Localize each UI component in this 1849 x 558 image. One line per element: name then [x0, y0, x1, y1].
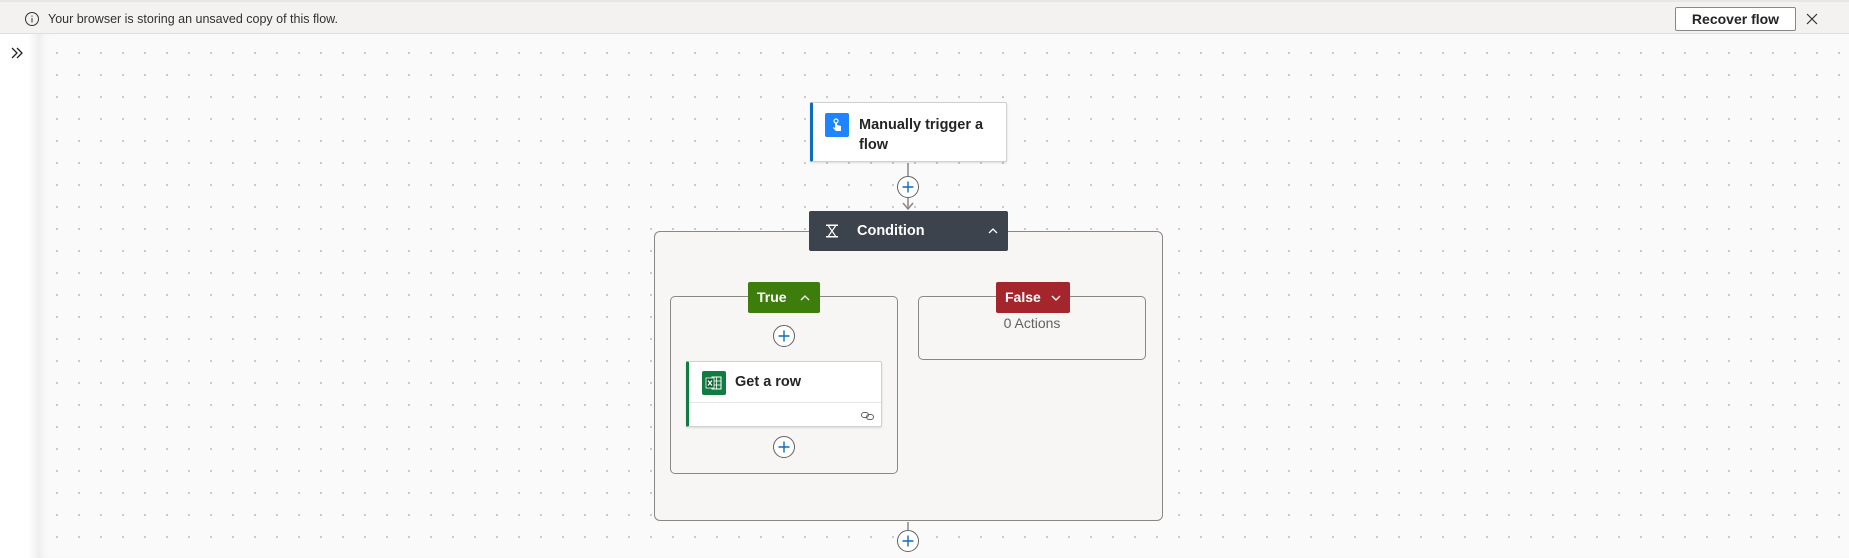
plus-icon [902, 535, 914, 547]
chevron-up-icon[interactable] [798, 291, 812, 305]
true-branch-tag[interactable]: True [748, 282, 820, 313]
manual-trigger-card[interactable]: Manually trigger a flow [810, 102, 1007, 162]
add-step-bottom-button[interactable] [897, 530, 919, 552]
get-a-row-card[interactable]: Get a row [686, 361, 882, 427]
chevron-down-icon[interactable] [1049, 291, 1063, 305]
get-a-row-title: Get a row [735, 374, 802, 390]
false-branch-tag[interactable]: False [996, 282, 1070, 313]
add-action-true-top-button[interactable] [773, 325, 795, 347]
plus-icon [778, 441, 790, 453]
add-step-button[interactable] [897, 176, 919, 198]
false-branch-label: False [1005, 289, 1041, 305]
plus-icon [902, 181, 914, 193]
add-action-true-bottom-button[interactable] [773, 436, 795, 458]
plus-icon [778, 330, 790, 342]
manual-trigger-icon [825, 113, 849, 137]
true-branch-label: True [757, 289, 787, 305]
condition-title: Condition [857, 223, 925, 239]
trigger-title: Manually trigger a flow [859, 117, 984, 153]
false-branch-summary: 0 Actions [1003, 315, 1061, 331]
card-divider [689, 402, 881, 403]
chevron-up-icon[interactable] [986, 224, 1000, 238]
excel-icon [702, 371, 726, 395]
condition-header[interactable]: Condition [809, 211, 1008, 251]
connection-link-icon[interactable] [860, 409, 876, 421]
condition-icon [823, 222, 841, 240]
